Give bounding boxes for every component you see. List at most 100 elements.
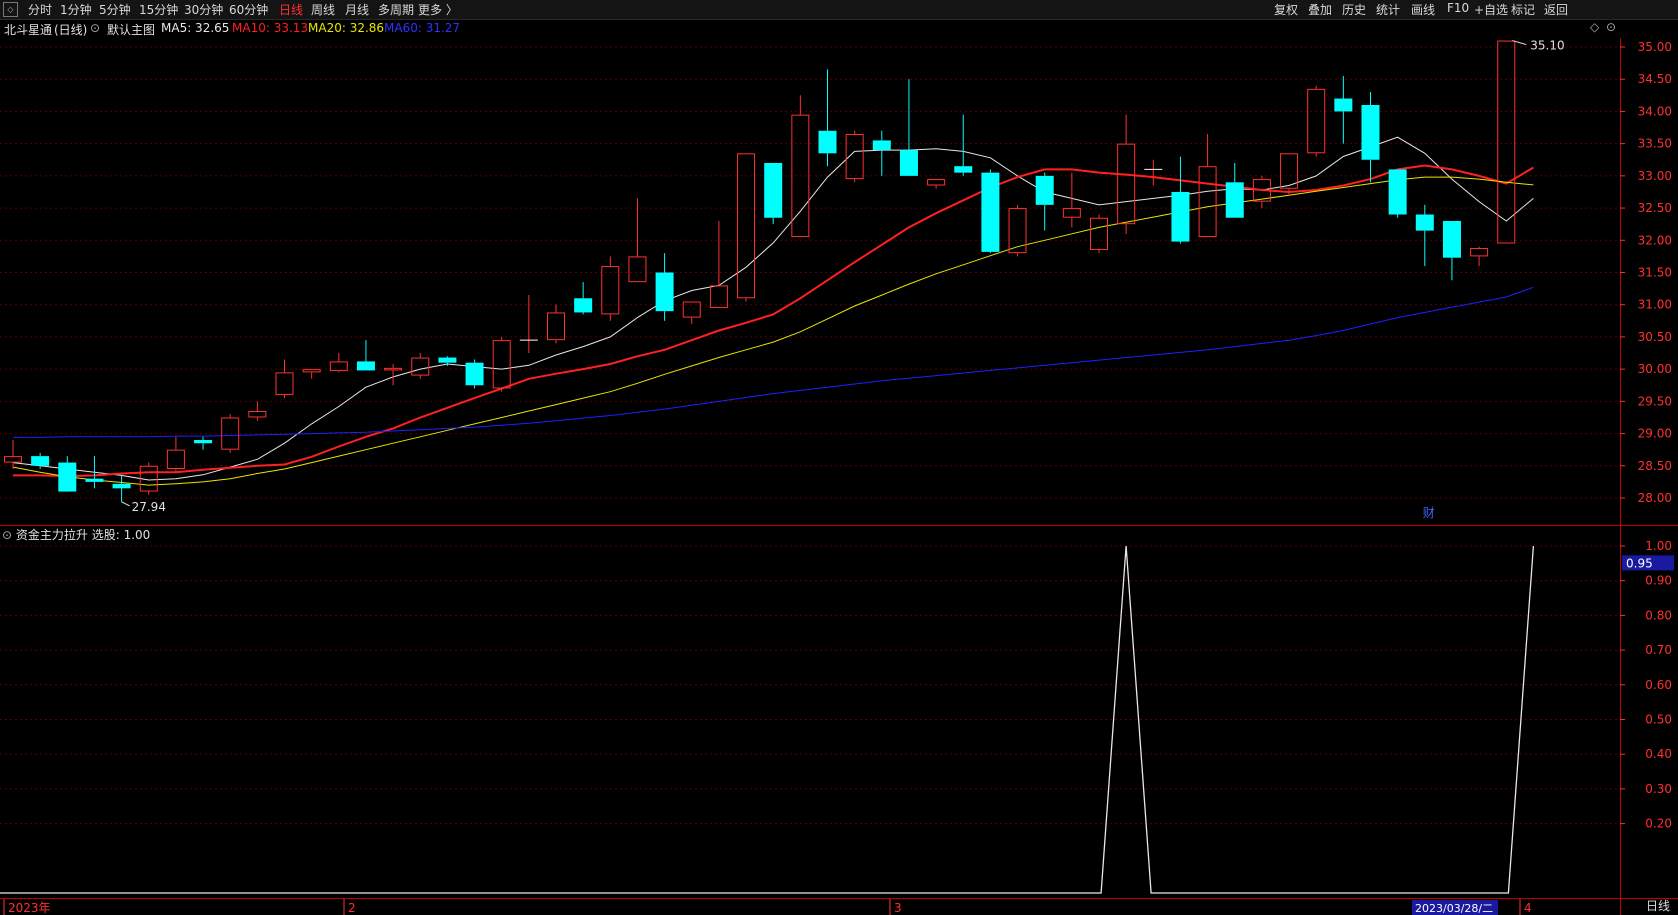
ind-y-tick-label: 0.60 (1645, 678, 1672, 692)
ind-y-tick-label: 0.50 (1645, 713, 1672, 727)
ind-y-tick-label: 0.30 (1645, 782, 1672, 796)
candle-body-up (1470, 248, 1489, 257)
candle-body-up (1090, 217, 1108, 250)
candle (601, 256, 620, 321)
candle-body-up (384, 367, 403, 371)
candle (791, 95, 810, 238)
candle (818, 69, 837, 167)
candle (329, 353, 348, 373)
low-pointer (121, 501, 130, 507)
time-label: 4 (1524, 901, 1532, 915)
candle (547, 304, 565, 344)
candle (275, 359, 294, 399)
candle-body-up (547, 312, 565, 341)
candle-body-down (1388, 169, 1407, 215)
y-tick-label: 30.50 (1638, 330, 1672, 344)
candle-body-down (954, 166, 973, 173)
candle-body-down (112, 483, 131, 489)
candle-body-up (1198, 166, 1217, 238)
candle-body-down (1171, 191, 1190, 242)
y-tick-label: 28.00 (1638, 491, 1672, 505)
candle (302, 369, 321, 379)
candle-body-up (411, 357, 430, 376)
y-tick-label: 29.00 (1638, 427, 1672, 441)
candle (58, 456, 77, 492)
candle (492, 336, 511, 392)
candle-body-down (764, 162, 783, 218)
candle (709, 220, 728, 308)
candle-body-down (818, 130, 837, 154)
candle (981, 169, 1000, 254)
candle (1388, 169, 1407, 218)
candle (411, 353, 430, 379)
finance-marker: 财 (1423, 506, 1435, 520)
y-tick-label: 32.00 (1638, 233, 1672, 247)
ind-y-tick-label: 0.40 (1645, 747, 1672, 761)
y-tick-label: 33.00 (1638, 169, 1672, 183)
candle-body-down (574, 298, 593, 313)
candle (927, 179, 946, 189)
candle (1470, 246, 1489, 267)
indicator-value: 选股: 1.00 (91, 528, 151, 542)
candle-body-up (1497, 40, 1516, 244)
candle (1090, 214, 1108, 254)
candle-body-up (4, 456, 22, 463)
period-corner-label[interactable]: 日线 (1646, 897, 1670, 914)
candle (1035, 172, 1054, 231)
candle (1280, 153, 1299, 196)
ind-value-tag-text: 0.95 (1626, 556, 1653, 570)
candle-body-down (981, 172, 1000, 252)
candle (574, 282, 593, 315)
candle-body-up (302, 369, 321, 373)
candle (1198, 133, 1217, 238)
low-label: 27.94 (132, 500, 166, 514)
candle-body-up (709, 285, 728, 308)
high-label: 35.10 (1530, 39, 1564, 53)
candle-body-up (628, 256, 647, 283)
candle (655, 253, 674, 321)
candle-body-down (465, 362, 484, 386)
candle (519, 295, 538, 354)
ma60-line (13, 286, 1534, 438)
time-label: 2023年 (8, 901, 51, 915)
candle (1307, 85, 1326, 157)
candle (465, 359, 484, 389)
indicator-name[interactable]: 资金主力拉升 (16, 528, 88, 542)
candle (1144, 159, 1163, 186)
candle (356, 340, 375, 371)
time-label: 2 (348, 901, 356, 915)
candle-body-up (601, 266, 620, 315)
candle-body-down (1361, 104, 1380, 160)
y-tick-label: 29.50 (1638, 394, 1672, 408)
y-tick-label: 31.50 (1638, 266, 1672, 280)
candle (1442, 220, 1461, 281)
candle-body-down (1415, 214, 1434, 231)
candle (1252, 175, 1271, 209)
y-tick-label: 30.00 (1638, 362, 1672, 376)
current-date-text: 2023/03/28/二 (1415, 902, 1493, 915)
y-tick-label: 34.00 (1638, 104, 1672, 118)
time-label: 3 (894, 901, 902, 915)
candle-body-down (1035, 175, 1054, 205)
candle (899, 79, 918, 176)
candle-body-up (248, 411, 267, 418)
candle-body-down (58, 462, 77, 492)
y-tick-label: 32.50 (1638, 201, 1672, 215)
ind-y-tick-label: 0.70 (1645, 643, 1672, 657)
candle-body-up (1062, 208, 1081, 218)
candle (384, 363, 403, 386)
candle (166, 436, 185, 473)
ind-y-tick-label: 0.20 (1645, 817, 1672, 831)
candle-body-down (872, 140, 891, 151)
y-tick-label: 35.00 (1638, 40, 1672, 54)
kline-chart: 28.0028.5029.0029.5030.0030.5031.0031.50… (0, 38, 1678, 915)
candle-body-down (655, 272, 674, 312)
candle (954, 114, 973, 176)
candle-body-down (1334, 98, 1353, 112)
ind-y-tick-label: 1.00 (1645, 539, 1672, 553)
candle (1415, 204, 1434, 267)
candle-body-down (1225, 182, 1244, 218)
candle-body-up (1008, 208, 1027, 254)
indicator-dropdown-icon[interactable]: ⊙ (2, 528, 12, 542)
candle-body-down (194, 440, 213, 444)
